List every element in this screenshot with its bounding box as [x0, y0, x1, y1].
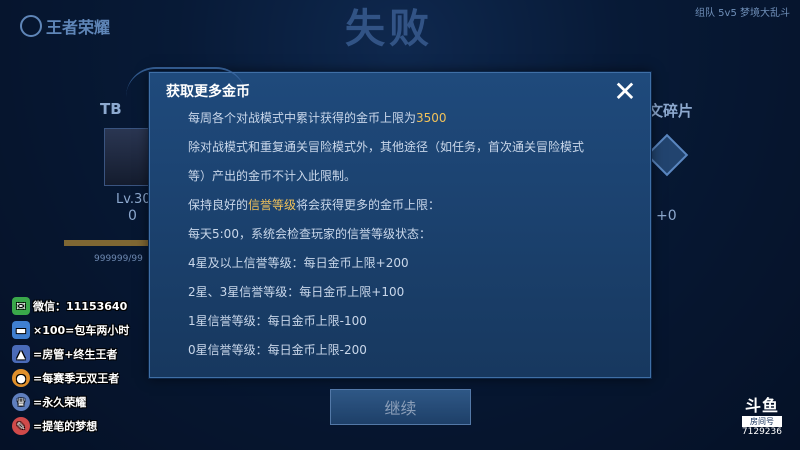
- crown-icon: ♛: [12, 393, 30, 411]
- text-line: 除对战模式和重复通关冒险模式外，其他途径（如任务，首次通关冒险模式: [188, 140, 585, 154]
- overlay-row: ▲ =房管+终生王者: [12, 342, 129, 366]
- medal-icon: ●: [12, 369, 30, 387]
- dialog-body[interactable]: 每周各个对战模式中累计获得的金币上限为3500 除对战模式和重复通关冒险模式外，…: [150, 111, 650, 377]
- game-logo: 王者荣耀: [20, 14, 110, 38]
- douyu-watermark: 斗鱼 房间号 7129236: [741, 392, 782, 437]
- mode-label: 组队 5v5 梦境大乱斗: [695, 8, 790, 19]
- text-line: 2星、3星信誉等级：每日金币上限+100: [188, 285, 405, 299]
- overlay-row: ▬ ×100=包车两小时: [12, 318, 129, 342]
- wechat-icon: ✉: [12, 297, 30, 315]
- exp-number: 999999/99: [94, 254, 143, 264]
- room-tag: 房间号: [741, 416, 782, 427]
- text-line: 1星信誉等级：每日金币上限-100: [188, 314, 367, 328]
- text-line: 4星及以上信誉等级：每日金币上限+200: [188, 256, 409, 270]
- text-line: 每周各个对战模式中累计获得的金币上限为3500: [188, 111, 447, 125]
- overlay-row: ♛ =永久荣耀: [12, 390, 129, 414]
- player-exp: 0: [128, 208, 137, 224]
- text-line: 等）产出的金币不计入此限制。: [188, 169, 357, 183]
- close-button[interactable]: ✕: [610, 77, 640, 107]
- player-level: Lv.30: [116, 192, 151, 207]
- close-icon: ✕: [613, 75, 637, 108]
- gold-limit-dialog: 获取更多金币 ✕ 每周各个对战模式中累计获得的金币上限为3500 除对战模式和重…: [126, 67, 651, 378]
- fragment-count: +0: [656, 208, 677, 224]
- overlay-row: ✉ 微信：11153640: [12, 294, 129, 318]
- rocket-icon: ▲: [12, 345, 30, 363]
- continue-button[interactable]: 继续: [330, 389, 471, 425]
- weekly-limit-value: 3500: [416, 111, 447, 125]
- douyu-logo: 斗鱼: [744, 396, 779, 415]
- credit-level-highlight: 信誉等级: [248, 198, 297, 212]
- text-line: 保持良好的信誉等级将会获得更多的金币上限：: [188, 198, 441, 212]
- player-avatar: [104, 128, 150, 186]
- dialog-title: 获取更多金币: [166, 84, 250, 100]
- logo-text: 王者荣耀: [46, 18, 111, 37]
- text-line: 每天5:00，系统会检查玩家的信誉等级状态：: [188, 227, 431, 241]
- logo-icon: [20, 15, 42, 37]
- overlay-row: ✎ =提笔的梦想: [12, 414, 129, 438]
- overlay-row: ● =每赛季无双王者: [12, 366, 129, 390]
- car-icon: ▬: [12, 321, 30, 339]
- exp-bar: [64, 240, 154, 246]
- pen-icon: ✎: [12, 417, 30, 435]
- streamer-overlay: ✉ 微信：11153640 ▬ ×100=包车两小时 ▲ =房管+终生王者 ● …: [12, 294, 129, 438]
- text-line: 0星信誉等级：每日金币上限-200: [188, 343, 367, 357]
- result-banner: 失败: [345, 6, 433, 52]
- fragment-label: 文碎片: [648, 102, 694, 120]
- left-tag: TB: [100, 100, 122, 118]
- room-number: 7129236: [741, 427, 782, 437]
